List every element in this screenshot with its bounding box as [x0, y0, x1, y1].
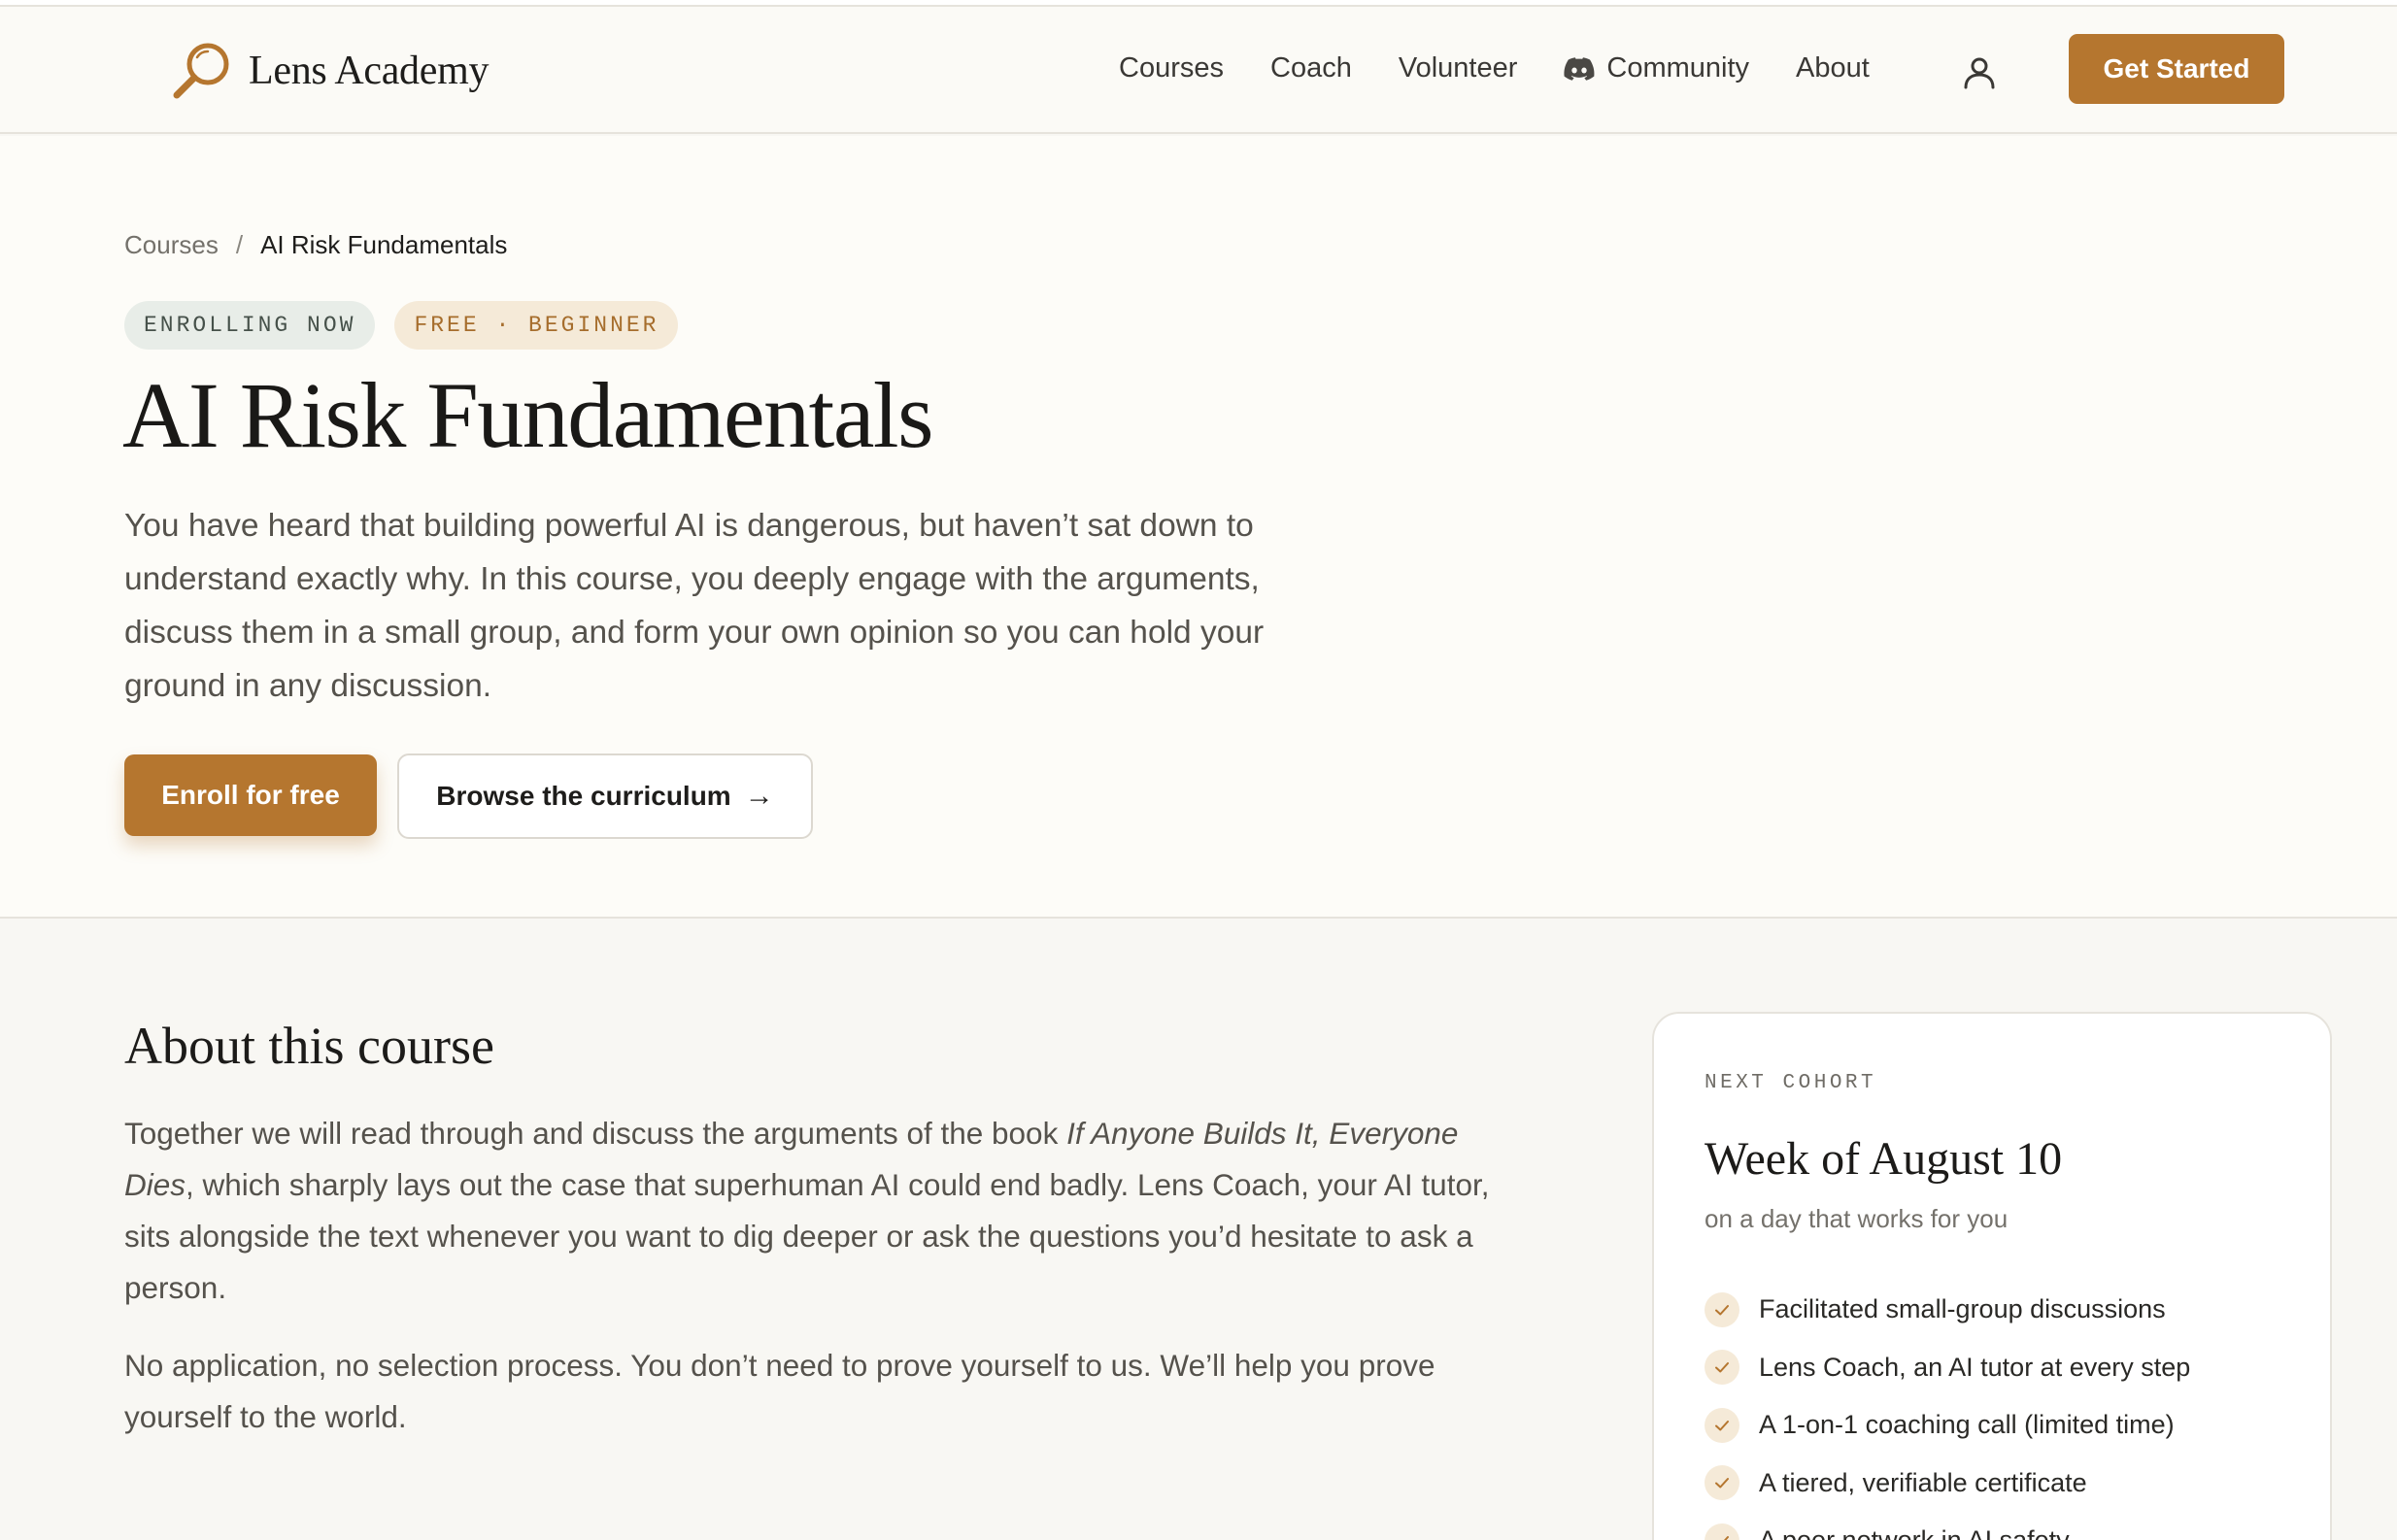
feature-item: A tiered, verifiable certificate [1705, 1455, 2190, 1513]
check-icon [1705, 1523, 1739, 1540]
about-paragraph-2: No application, no selection process. Yo… [124, 1348, 1435, 1434]
browse-curriculum-button[interactable]: Browse the curriculum → [397, 753, 813, 839]
cohort-features-list: Facilitated small-group discussions Lens… [1705, 1281, 2190, 1540]
nav-community-label: Community [1606, 52, 1750, 84]
nav-community[interactable]: Community [1564, 52, 1749, 84]
hero-section: Courses / AI Risk Fundamentals ENROLLING… [0, 136, 2397, 919]
user-icon [1964, 57, 1995, 89]
breadcrumb: Courses / AI Risk Fundamentals [124, 230, 507, 260]
feature-item: A peer network in AI safety [1705, 1512, 2190, 1540]
enroll-button[interactable]: Enroll for free [124, 754, 377, 836]
course-description: You have heard that building powerful AI… [124, 508, 1265, 704]
cohort-subtitle: on a day that works for you [1705, 1204, 2009, 1233]
nav-volunteer[interactable]: Volunteer [1399, 52, 1518, 84]
feature-text: A tiered, verifiable certificate [1759, 1467, 2087, 1497]
browse-curriculum-label: Browse the curriculum [436, 781, 731, 811]
about-paragraph-1: Together we will read through and discus… [124, 1108, 1523, 1314]
feature-item: A 1-on-1 coaching call (limited time) [1705, 1396, 2190, 1455]
enrolling-now-badge: ENROLLING NOW [124, 301, 376, 350]
page-title: AI Risk Fundamentals [122, 363, 933, 467]
breadcrumb-current: AI Risk Fundamentals [260, 230, 508, 259]
brand-logo[interactable]: Lens Academy [167, 36, 489, 106]
top-border [0, 0, 2397, 7]
user-account-button[interactable] [1960, 53, 1999, 92]
feature-text: Facilitated small-group discussions [1759, 1294, 2166, 1324]
cohort-date: Week of August 10 [1705, 1133, 2063, 1185]
feature-item: Lens Coach, an AI tutor at every step [1705, 1339, 2190, 1397]
check-icon [1705, 1407, 1739, 1443]
check-icon [1705, 1350, 1739, 1386]
cohort-eyebrow: NEXT COHORT [1705, 1072, 1877, 1094]
magnifying-glass-icon [173, 43, 229, 99]
check-icon [1705, 1465, 1739, 1501]
nav-about[interactable]: About [1796, 52, 1870, 84]
breadcrumb-separator: / [235, 230, 244, 259]
about-p1-rest: , which sharply lays out the case that s… [124, 1167, 1490, 1305]
check-icon [1705, 1291, 1739, 1327]
course-badges: ENROLLING NOW FREE · BEGINNER [124, 301, 679, 350]
feature-text: Lens Coach, an AI tutor at every step [1759, 1352, 2191, 1382]
about-p1-intro: Together we will read through and discus… [124, 1116, 1067, 1151]
breadcrumb-courses-link[interactable]: Courses [124, 230, 219, 260]
feature-text: A peer network in AI safety [1759, 1525, 2070, 1540]
get-started-button[interactable]: Get Started [2069, 34, 2284, 104]
free-beginner-badge: FREE · BEGINNER [394, 301, 679, 350]
site-header: Lens Academy Courses Coach Volunteer Com… [0, 7, 2397, 134]
main-nav: Courses Coach Volunteer Community About [1119, 52, 1870, 84]
brand-name: Lens Academy [249, 49, 490, 93]
feature-item: Facilitated small-group discussions [1705, 1281, 2190, 1339]
discord-icon [1564, 56, 1595, 81]
nav-coach[interactable]: Coach [1270, 52, 1352, 84]
arrow-right-icon: → [744, 780, 774, 812]
about-heading: About this course [124, 1017, 494, 1075]
next-cohort-card: NEXT COHORT Week of August 10 on a day t… [1652, 1012, 2332, 1540]
feature-text: A 1-on-1 coaching call (limited time) [1759, 1410, 2175, 1440]
nav-courses[interactable]: Courses [1119, 52, 1224, 84]
